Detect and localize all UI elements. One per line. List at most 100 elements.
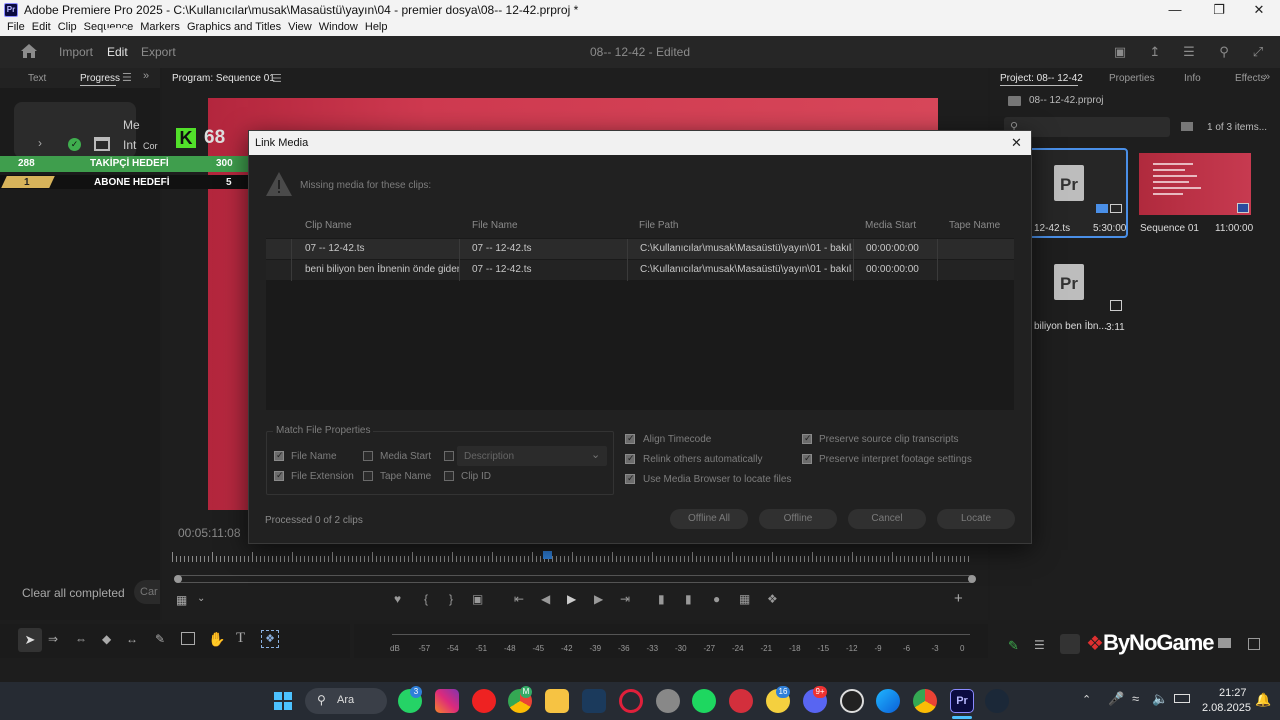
- microphone-icon[interactable]: 🎤: [1108, 691, 1124, 707]
- lift-icon[interactable]: ▮: [658, 592, 665, 606]
- mark-in-icon[interactable]: {: [424, 592, 428, 606]
- menu-view[interactable]: View: [287, 20, 318, 36]
- clear-completed-button[interactable]: Clear all completed: [22, 586, 125, 600]
- col-media-start[interactable]: Media Start: [865, 220, 916, 231]
- chevron-down-icon[interactable]: ⌄: [197, 593, 205, 604]
- panel-menu-icon[interactable]: ☰: [122, 71, 132, 84]
- notifications-icon[interactable]: 🔔: [1255, 692, 1271, 708]
- youtube-music-icon[interactable]: [472, 689, 496, 713]
- menu-graphics[interactable]: Graphics and Titles: [186, 20, 287, 36]
- panel-menu-icon[interactable]: ☰: [272, 72, 282, 85]
- taskbar-date[interactable]: 2.08.2025: [1202, 702, 1251, 714]
- preserve-interpret-checkbox[interactable]: [802, 453, 812, 464]
- go-to-in-icon[interactable]: ⇤: [514, 592, 524, 606]
- step-forward-icon[interactable]: ▶: [594, 592, 603, 606]
- tape-name-checkbox[interactable]: [363, 471, 373, 481]
- proxy-toggle-icon[interactable]: ❖: [767, 592, 778, 606]
- slip-tool-icon[interactable]: ↔: [126, 632, 138, 646]
- relink-others-checkbox[interactable]: [625, 453, 635, 464]
- play-icon[interactable]: ▶: [567, 592, 576, 606]
- tab-info[interactable]: Info: [1184, 73, 1201, 84]
- file-explorer-icon[interactable]: [545, 689, 569, 713]
- comparison-view-icon[interactable]: ▦: [739, 592, 750, 606]
- description-select[interactable]: Description ⌄: [457, 446, 607, 466]
- tab-program[interactable]: Program: Sequence 01: [172, 73, 275, 84]
- align-timecode-checkbox[interactable]: [625, 433, 635, 444]
- tab-effects[interactable]: Effects: [1235, 73, 1265, 84]
- taskbar-time[interactable]: 21:27: [1219, 687, 1247, 699]
- col-file-name[interactable]: File Name: [472, 220, 518, 231]
- clip-id-checkbox[interactable]: [444, 471, 454, 481]
- ripple-edit-icon[interactable]: ⇔: [75, 632, 87, 646]
- preserve-transcripts-checkbox[interactable]: [802, 433, 812, 444]
- col-file-path[interactable]: File Path: [639, 220, 678, 231]
- fullscreen-icon[interactable]: ⤢: [1250, 44, 1266, 59]
- workspaces-menu-icon[interactable]: ☰: [1181, 44, 1197, 59]
- tab-properties[interactable]: Properties: [1109, 73, 1155, 84]
- menu-markers[interactable]: Markers: [139, 20, 186, 36]
- clear-in-out-icon[interactable]: ▣: [472, 592, 483, 606]
- export-frame-icon[interactable]: ●: [713, 592, 720, 606]
- col-tape-name[interactable]: Tape Name: [949, 220, 1000, 231]
- zoom-handle-left[interactable]: [174, 575, 182, 583]
- safe-margins-icon[interactable]: ▦: [176, 593, 187, 607]
- steam-icon[interactable]: [985, 689, 1009, 713]
- home-icon[interactable]: [20, 43, 38, 62]
- app-red-icon[interactable]: [729, 689, 753, 713]
- nav-export[interactable]: Export: [141, 45, 176, 59]
- type-tool-icon[interactable]: T: [236, 630, 245, 647]
- disney-plus-icon[interactable]: [582, 689, 606, 713]
- track-select-icon[interactable]: ⇒: [48, 632, 58, 646]
- zoom-handle-right[interactable]: [968, 575, 976, 583]
- taskbar-search[interactable]: ⚲ Ara: [305, 688, 387, 714]
- volume-icon[interactable]: 🔈: [1152, 691, 1168, 707]
- edge-icon[interactable]: [876, 689, 900, 713]
- add-button-icon[interactable]: +: [954, 590, 963, 607]
- media-start-checkbox[interactable]: [363, 451, 373, 461]
- share-icon[interactable]: ↥: [1147, 44, 1163, 59]
- minimize-icon[interactable]: —: [1160, 2, 1190, 18]
- menu-clip[interactable]: Clip: [57, 20, 83, 36]
- new-bin-icon[interactable]: [1218, 638, 1231, 648]
- workspace-panel-icon[interactable]: ▣: [1112, 44, 1128, 59]
- selection-tool-icon[interactable]: ➤: [18, 628, 42, 652]
- rectangle-tool-icon[interactable]: [181, 632, 195, 645]
- new-item-icon[interactable]: [1248, 638, 1260, 650]
- extract-icon[interactable]: ▮: [685, 592, 692, 606]
- tab-project[interactable]: Project: 08-- 12-42: [1000, 73, 1083, 84]
- col-clip-name[interactable]: Clip Name: [305, 220, 352, 231]
- settings-gear-icon[interactable]: [656, 689, 680, 713]
- table-row[interactable]: 07 -- 12-42.ts 07 -- 12-42.ts C:\Kullanı…: [266, 239, 1014, 259]
- panel-overflow-icon[interactable]: »: [1264, 71, 1270, 83]
- razor-tool-icon[interactable]: ◆: [102, 632, 111, 646]
- search-icon[interactable]: ⚲: [1216, 44, 1232, 59]
- chevron-up-icon[interactable]: ⌃: [1082, 693, 1091, 706]
- hand-tool-icon[interactable]: ✋: [208, 631, 225, 648]
- locate-button[interactable]: Locate: [937, 509, 1015, 529]
- pen-icon[interactable]: ✎: [1008, 638, 1019, 654]
- menu-edit[interactable]: Edit: [31, 20, 57, 36]
- go-to-out-icon[interactable]: ⇥: [620, 592, 630, 606]
- media-browser-checkbox[interactable]: [625, 473, 635, 484]
- instagram-icon[interactable]: [435, 689, 459, 713]
- nav-edit[interactable]: Edit: [107, 45, 128, 59]
- panel-overflow-icon[interactable]: »: [143, 70, 149, 82]
- step-back-icon[interactable]: ◀: [541, 592, 550, 606]
- new-bin-icon[interactable]: [1181, 122, 1193, 131]
- cancel-button[interactable]: Car: [134, 580, 160, 604]
- opera-gx-icon[interactable]: [619, 689, 643, 713]
- wifi-icon[interactable]: ≈: [1132, 691, 1139, 706]
- file-name-checkbox[interactable]: [274, 450, 284, 461]
- battery-icon[interactable]: [1174, 694, 1190, 703]
- program-time-ruler[interactable]: [172, 552, 972, 566]
- offline-button[interactable]: Offline: [759, 509, 837, 529]
- menu-window[interactable]: Window: [318, 20, 364, 36]
- nav-import[interactable]: Import: [59, 45, 93, 59]
- file-extension-checkbox[interactable]: [274, 470, 284, 481]
- pen-tool-icon[interactable]: ✎: [155, 632, 165, 646]
- description-checkbox[interactable]: [444, 451, 454, 461]
- chevron-right-icon[interactable]: ›: [38, 136, 42, 150]
- playhead-marker[interactable]: [543, 551, 552, 559]
- windows-start-icon[interactable]: [274, 692, 292, 710]
- playhead-timecode[interactable]: 00:05:11:08: [178, 526, 241, 540]
